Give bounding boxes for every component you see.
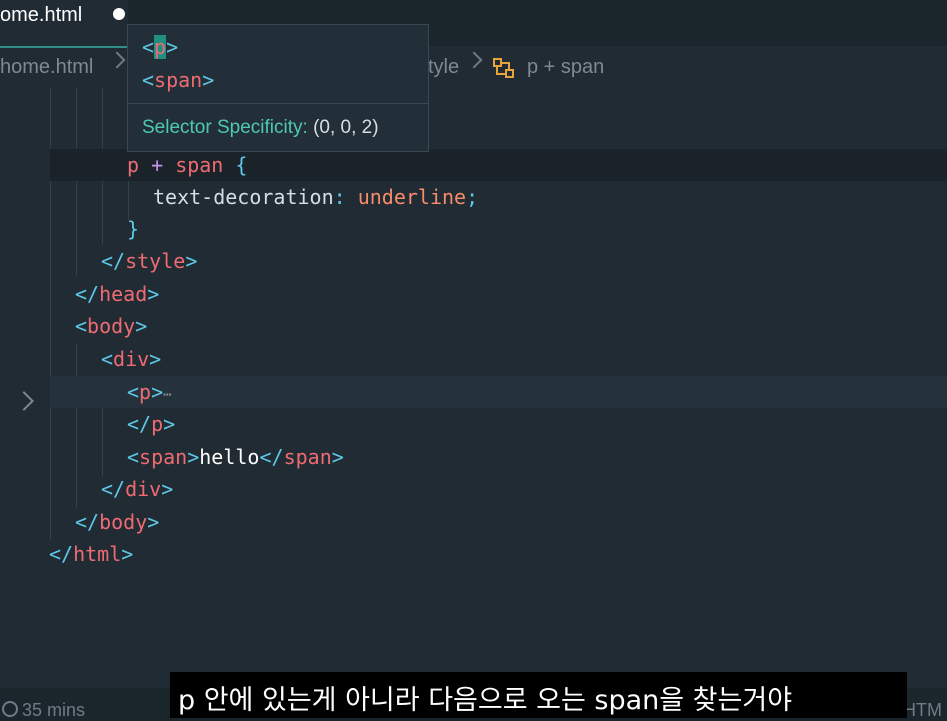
video-subtitle: p 안에 있는게 아니라 다음으로 오는 span을 찾는거야 xyxy=(170,672,907,718)
breadcrumb-item-style[interactable]: tyle xyxy=(428,56,459,79)
code-line-body-open: <body> xyxy=(75,314,148,338)
code-line-declaration: text-decoration: underline; xyxy=(153,185,479,209)
status-time[interactable]: 35 mins xyxy=(22,700,85,721)
code-line-html-close: </html> xyxy=(49,542,134,566)
text-cursor-highlight: p xyxy=(154,35,167,59)
fold-chevron-icon[interactable] xyxy=(14,391,34,411)
tab-title: ome.html xyxy=(0,4,83,26)
code-line-style-close: </style> xyxy=(101,249,198,273)
code-line-span: <span>hello</span> xyxy=(127,445,344,469)
tab-home-html[interactable]: ome.html xyxy=(0,0,128,48)
code-line-close-brace: } xyxy=(127,217,140,241)
hover-code-line-span: <span> xyxy=(142,68,215,92)
folded-line-highlight xyxy=(50,376,947,408)
selector-specificity: Selector Specificity: (0, 0, 2) xyxy=(142,117,379,139)
indent-guide xyxy=(76,344,77,508)
specificity-label[interactable]: Selector Specificity: xyxy=(142,117,308,138)
unsaved-dot-icon[interactable] xyxy=(113,8,125,20)
code-line-div-close: </div> xyxy=(101,477,174,501)
subtitle-text: p 안에 있는게 아니라 다음으로 오는 span을 찾는거야 xyxy=(178,685,793,716)
status-language[interactable]: HTM xyxy=(903,700,947,721)
code-line-p-close: </p> xyxy=(127,412,176,436)
specificity-value: (0, 0, 2) xyxy=(313,117,379,138)
hover-code-line-p: <p> xyxy=(142,35,179,59)
breadcrumb-item-selector[interactable]: p + span xyxy=(527,56,604,79)
folded-ellipsis[interactable]: ⋯ xyxy=(163,387,171,403)
code-line-body-close: </body> xyxy=(75,510,160,534)
code-line-selector: p + span { xyxy=(127,153,248,177)
tooltip-divider xyxy=(128,103,428,104)
hover-tooltip: <p> <span> Selector Specificity: (0, 0, … xyxy=(127,24,429,152)
clock-icon xyxy=(2,701,18,717)
code-line-div-open: <div> xyxy=(101,347,162,371)
indent-guide xyxy=(76,88,77,276)
breadcrumb-item-file[interactable]: home.html xyxy=(0,56,93,79)
code-line-head-close: </head> xyxy=(75,282,160,306)
selector-icon xyxy=(493,58,514,78)
chevron-right-icon xyxy=(108,51,126,69)
chevron-right-icon xyxy=(465,51,483,69)
code-editor[interactable]: p + span { text-decoration: underline; }… xyxy=(0,88,947,688)
code-line-p-open-folded: <p>⋯ xyxy=(127,380,172,404)
